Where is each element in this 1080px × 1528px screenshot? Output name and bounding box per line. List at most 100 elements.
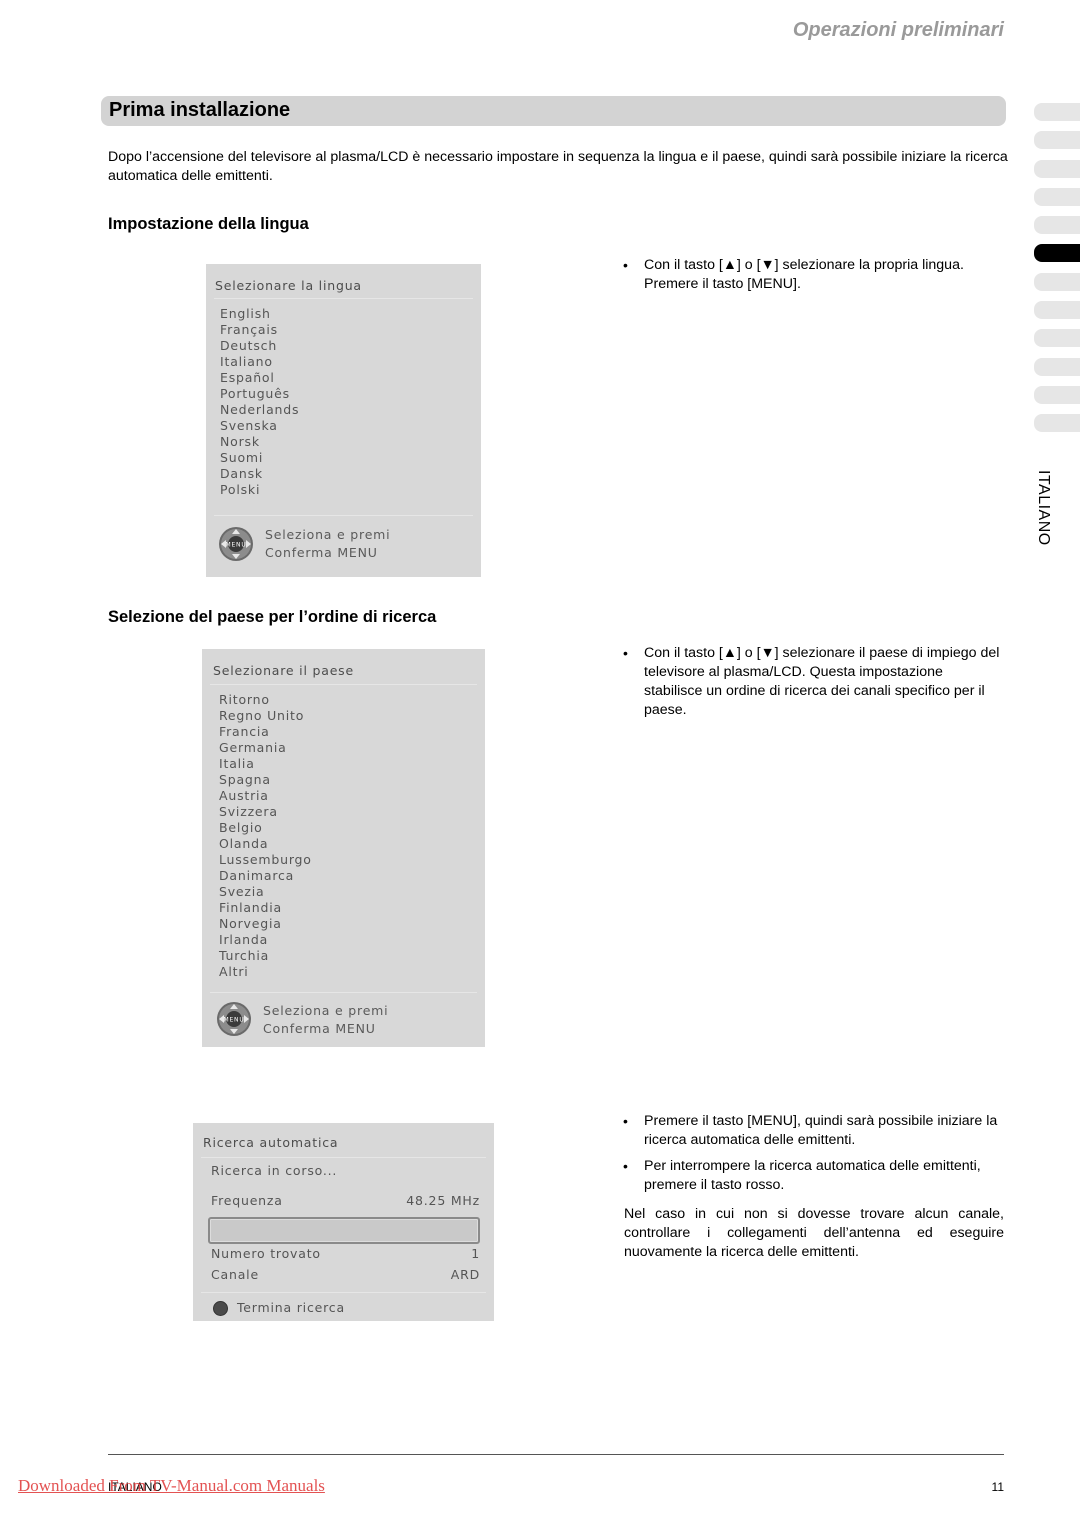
osd-footer: Seleziona e premi Conferma MENU (265, 526, 390, 561)
list-item[interactable]: Português (220, 386, 299, 402)
chapter-tab-active (1034, 244, 1080, 263)
up-arrow-icon: ▲ (722, 257, 737, 273)
search-status: Ricerca in corso... (211, 1163, 338, 1178)
page-number: 11 (991, 1480, 1004, 1494)
list-item[interactable]: Norsk (220, 434, 299, 450)
channel-value: ARD (450, 1267, 480, 1282)
up-arrow-icon: ▲ (722, 645, 737, 661)
found-label: Numero trovato (211, 1246, 321, 1261)
osd-divider (201, 1157, 486, 1158)
osd-hint-select: Seleziona e premi (263, 1003, 389, 1018)
country-list: Ritorno Regno Unito Francia Germania Italia S… (219, 692, 312, 980)
bullet-item: Con il tasto [▲] o [▼] selezionare il pa… (623, 644, 1004, 720)
intro-paragraph: Dopo l’accensione del televisore al plas… (108, 149, 1008, 184)
language-list: English Français Deutsch Italiano Español Por… (220, 306, 299, 498)
list-item[interactable]: Regno Unito (219, 708, 312, 724)
title-bar: Prima installazione (101, 96, 1006, 126)
list-item[interactable]: Svezia (219, 884, 312, 900)
chapter-tab (1034, 272, 1080, 291)
stop-search-label: Termina ricerca (237, 1300, 345, 1315)
list-item[interactable]: Nederlands (220, 402, 299, 418)
text: Con il tasto [ (644, 645, 723, 661)
list-item[interactable]: Francia (219, 724, 312, 740)
list-item[interactable]: Belgio (219, 820, 312, 836)
bullet-item: Premere il tasto [MENU], quindi sarà pos… (623, 1112, 1004, 1150)
side-language-text: ITALIANO (1035, 470, 1052, 546)
osd-footer: Seleziona e premi Conferma MENU (263, 1002, 388, 1037)
chapter-tab (1034, 131, 1080, 150)
bullet-item: Con il tasto [▲] o [▼] selezionare la pr… (623, 256, 1004, 294)
frequency-label: Frequenza (211, 1193, 283, 1208)
down-arrow-icon: ▼ (760, 257, 775, 273)
list-item[interactable]: Finlandia (219, 900, 312, 916)
list-item[interactable]: Germania (219, 740, 312, 756)
list-item[interactable]: Svizzera (219, 804, 312, 820)
osd-hint-confirm: Conferma MENU (265, 544, 378, 560)
language-instructions: Con il tasto [▲] o [▼] selezionare la pr… (623, 256, 1004, 301)
side-language-label: ITALIANO (1034, 470, 1058, 560)
osd-divider (201, 1292, 486, 1293)
list-item[interactable]: Lussemburgo (219, 852, 312, 868)
download-link[interactable]: Downloaded From TV-Manual.com Manuals (18, 1476, 325, 1496)
list-item[interactable]: Deutsch (220, 338, 299, 354)
list-item[interactable]: Spagna (219, 772, 312, 788)
chapter-tab (1034, 216, 1080, 235)
list-item[interactable]: Olanda (219, 836, 312, 852)
dpad-menu-icon: MENU (217, 1002, 251, 1036)
down-arrow-icon: ▼ (760, 645, 775, 661)
text: ] o [ (736, 645, 761, 661)
list-item[interactable]: Turchia (219, 948, 312, 964)
search-note: Nel caso in cui non si dovesse trovare a… (624, 1206, 1004, 1260)
list-item[interactable]: Español (220, 370, 299, 386)
list-item[interactable]: Svenska (220, 418, 299, 434)
list-item[interactable]: Dansk (220, 466, 299, 482)
list-item[interactable]: Italia (219, 756, 312, 772)
list-item[interactable]: Suomi (220, 450, 299, 466)
list-item[interactable]: Irlanda (219, 932, 312, 948)
dpad-menu-icon: MENU (219, 527, 253, 561)
search-progress-bar (208, 1217, 480, 1244)
frequency-value: 48.25 MHz (406, 1193, 480, 1208)
osd-title: Selezionare il paese (213, 663, 354, 678)
list-item[interactable]: Ritorno (219, 692, 312, 708)
osd-divider (214, 515, 473, 516)
chapter-tab (1034, 385, 1080, 404)
list-item[interactable]: Français (220, 322, 299, 338)
list-item[interactable]: Polski (220, 482, 299, 498)
osd-divider (210, 992, 477, 993)
chapter-tab (1034, 329, 1080, 348)
osd-title: Selezionare la lingua (215, 278, 362, 293)
bullet-item: Per interrompere la ricerca automatica d… (623, 1157, 1004, 1195)
chapter-tab (1034, 103, 1080, 121)
chapter-tabs (1034, 103, 1080, 443)
list-item[interactable]: English (220, 306, 299, 322)
chapter-tab (1034, 159, 1080, 178)
footer-divider (108, 1454, 1004, 1455)
section-header: Operazioni preliminari (792, 19, 1004, 41)
page-title: Prima installazione (109, 99, 291, 121)
list-item[interactable]: Norvegia (219, 916, 312, 932)
channel-label: Canale (211, 1267, 259, 1282)
svg-text:MENU: MENU (223, 1017, 244, 1024)
country-osd-screen: Selezionare il paese Ritorno Regno Unito F… (202, 649, 485, 1047)
osd-hint-confirm: Conferma MENU (263, 1020, 376, 1036)
search-osd-screen: Ricerca automatica Ricerca in corso... F… (193, 1123, 494, 1321)
red-button-icon (213, 1301, 228, 1316)
country-heading: Selezione del paese per l’ordine di rice… (108, 608, 437, 626)
osd-title: Ricerca automatica (203, 1135, 339, 1150)
list-item[interactable]: Danimarca (219, 868, 312, 884)
language-heading: Impostazione della lingua (108, 215, 309, 233)
list-item[interactable]: Austria (219, 788, 312, 804)
osd-hint-select: Seleziona e premi (265, 527, 391, 542)
country-instructions: Con il tasto [▲] o [▼] selezionare il pa… (623, 644, 1004, 727)
osd-divider (210, 684, 477, 685)
svg-text:MENU: MENU (225, 542, 246, 549)
list-item[interactable]: Altri (219, 964, 312, 980)
chapter-tab (1034, 301, 1080, 320)
list-item[interactable]: Italiano (220, 354, 299, 370)
chapter-tab (1034, 414, 1080, 433)
chapter-tab (1034, 357, 1080, 376)
text: ] o [ (736, 257, 761, 273)
osd-divider (214, 298, 473, 299)
language-osd-screen: Selezionare la lingua English Français Deu… (206, 264, 481, 577)
